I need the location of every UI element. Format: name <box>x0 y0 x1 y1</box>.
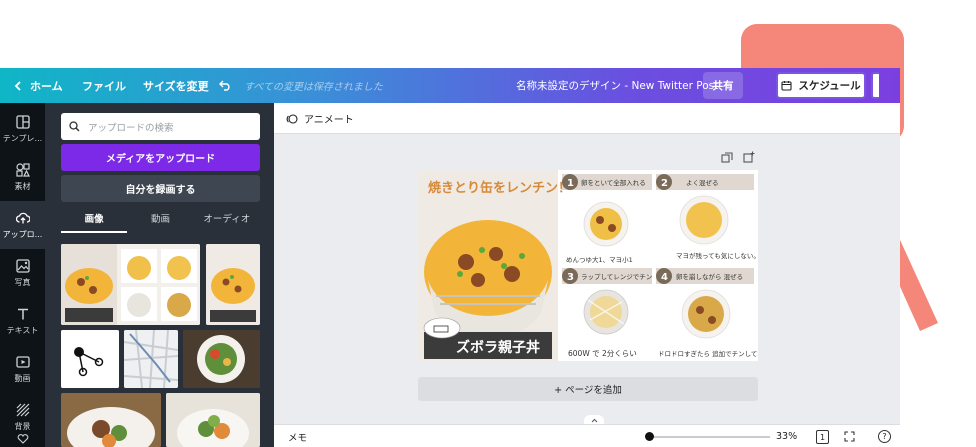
rail-uploads[interactable]: アップロ... <box>0 201 45 249</box>
shapes-icon <box>15 162 30 177</box>
step-4-note: ドロドロすぎたら 追加でチンしてね <box>658 349 758 358</box>
active-tab-indicator <box>61 231 127 233</box>
step-2-number: 2 <box>661 178 668 189</box>
tab-videos[interactable]: 動画 <box>127 211 193 233</box>
rail-more[interactable] <box>0 431 45 447</box>
rail-templates-label: テンプレ... <box>2 133 43 143</box>
background-pattern-icon <box>16 403 29 416</box>
file-menu[interactable]: ファイル <box>82 68 126 103</box>
next-topbar-button-edge[interactable] <box>871 72 879 99</box>
rail-video-label: 動画 <box>14 373 31 383</box>
search-icon <box>69 121 80 132</box>
undo-icon <box>219 80 230 91</box>
tab-images[interactable]: 画像 <box>61 211 127 233</box>
step-2-note: マヨが残っても気にしない。 <box>676 251 758 260</box>
document-title[interactable]: 名称未設定のデザイン - New Twitter Post <box>516 68 718 103</box>
step-4-number: 4 <box>661 272 668 283</box>
page-count-button[interactable]: 1 <box>816 430 829 444</box>
notes-button[interactable]: メモ <box>288 425 307 447</box>
help-button[interactable]: ? <box>878 430 891 443</box>
zoom-slider-handle[interactable] <box>645 432 654 441</box>
calendar-icon <box>781 81 792 91</box>
tab-audio[interactable]: オーディオ <box>194 211 260 233</box>
schedule-label: スケジュール <box>798 80 861 92</box>
animate-button[interactable]: アニメート <box>286 103 354 134</box>
home-link[interactable]: ホーム <box>14 68 63 103</box>
design-headline: 焼きとり缶をレンチン！ <box>428 180 571 196</box>
search-placeholder: アップロードの検索 <box>88 122 174 134</box>
step-1-title: 卵をといて全部入れる <box>581 178 646 187</box>
rail-elements-label: 素材 <box>14 181 31 191</box>
upload-thumbnail-recipe[interactable] <box>61 244 200 325</box>
save-status: すべての変更は保存されました <box>244 82 383 93</box>
upload-thumbnail-dish[interactable] <box>206 244 260 325</box>
side-rail: テンプレ... 素材 アップロ... 写真 テキスト 動画 背景 <box>0 103 45 447</box>
add-page-icon[interactable] <box>743 151 755 163</box>
rail-templates[interactable]: テンプレ... <box>0 105 45 153</box>
chevron-up-icon <box>591 418 597 422</box>
upload-thumbnail-bowl[interactable] <box>166 393 260 447</box>
add-page-button[interactable]: + ページを追加 <box>418 377 758 401</box>
upload-thumbnail-map[interactable] <box>124 330 178 388</box>
upload-thumbnail-diagram[interactable] <box>61 330 119 388</box>
rail-text[interactable]: テキスト <box>0 297 45 345</box>
rail-photos[interactable]: 写真 <box>0 249 45 297</box>
fullscreen-icon[interactable] <box>844 431 855 442</box>
animate-label: アニメート <box>304 115 354 126</box>
media-tabs: 画像 動画 オーディオ <box>61 211 260 233</box>
step-3-title: ラップしてレンジでチン <box>581 273 652 281</box>
video-icon <box>15 355 30 368</box>
home-label: ホーム <box>30 79 63 93</box>
step-3-note: 600W で 2分くらい <box>568 349 637 358</box>
text-icon <box>17 308 28 319</box>
bottom-bar: メモ 33% 1 ? <box>274 424 900 447</box>
image-icon <box>15 258 30 273</box>
duplicate-page-icon[interactable] <box>721 152 733 164</box>
step-1-number: 1 <box>567 178 574 189</box>
share-button[interactable]: 共有 <box>703 72 743 99</box>
undo-button[interactable] <box>219 68 232 103</box>
upload-thumbnail-salad[interactable] <box>183 330 260 388</box>
step-4-title: 卵を崩しながら 混ぜる <box>676 272 743 281</box>
upload-media-button[interactable]: メディアをアップロード <box>61 144 260 171</box>
rail-text-label: テキスト <box>6 325 39 335</box>
rail-uploads-label: アップロ... <box>2 229 43 239</box>
schedule-button[interactable]: スケジュール <box>776 72 866 99</box>
upload-thumbnail-plate[interactable] <box>61 393 161 447</box>
step-3-number: 3 <box>567 272 574 283</box>
design-dish-name: ズボラ親子丼 <box>456 339 540 356</box>
canva-editor: ホーム ファイル サイズを変更 すべての変更は保存されました 名称未設定のデザイ… <box>0 0 976 447</box>
record-yourself-button[interactable]: 自分を録画する <box>61 175 260 202</box>
step-2-title: よく混ぜる <box>686 178 719 187</box>
rail-video[interactable]: 動画 <box>0 345 45 393</box>
editor-toolbar: アニメート <box>274 103 900 134</box>
search-input[interactable]: アップロードの検索 <box>61 113 260 140</box>
rail-photos-label: 写真 <box>14 277 31 287</box>
rail-background-label: 背景 <box>14 421 31 431</box>
cloud-upload-icon <box>15 212 30 223</box>
rail-elements[interactable]: 素材 <box>0 153 45 201</box>
chevron-left-icon <box>14 80 21 91</box>
template-icon <box>15 114 30 129</box>
heart-icon <box>17 434 28 444</box>
animate-icon <box>286 113 298 124</box>
uploads-panel: アップロードの検索 メディアをアップロード 自分を録画する 画像 動画 オーディ… <box>45 103 274 447</box>
step-1-note: めんつゆ大1、マヨ小1 <box>566 255 633 264</box>
design-canvas[interactable]: 焼きとり缶をレンチン！ ズボラ親子丼 1 卵をといて全部入れる めんつゆ大1、マ… <box>418 170 758 361</box>
zoom-slider-track[interactable] <box>650 436 770 438</box>
zoom-level[interactable]: 33% <box>776 425 797 447</box>
resize-menu[interactable]: サイズを変更 <box>143 68 209 103</box>
top-bar: ホーム ファイル サイズを変更 すべての変更は保存されました 名称未設定のデザイ… <box>0 68 900 103</box>
